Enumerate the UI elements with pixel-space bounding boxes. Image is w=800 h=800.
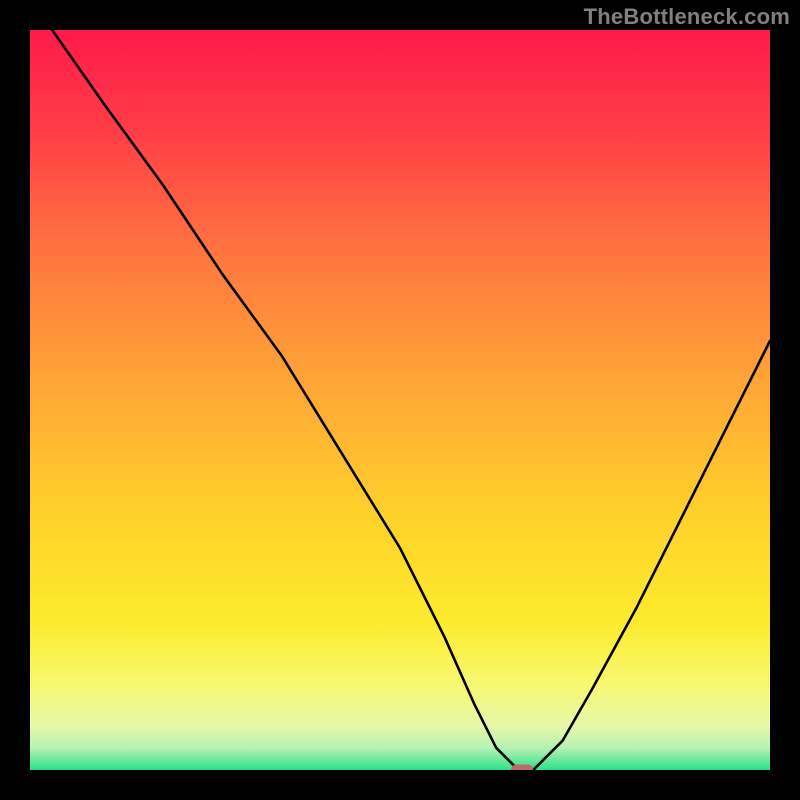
chart-frame: TheBottleneck.com — [0, 0, 800, 800]
watermark-text: TheBottleneck.com — [584, 4, 790, 30]
marker-pill — [511, 765, 533, 771]
plot-svg — [30, 30, 770, 770]
plot-area — [30, 30, 770, 770]
gradient-background — [30, 30, 770, 770]
